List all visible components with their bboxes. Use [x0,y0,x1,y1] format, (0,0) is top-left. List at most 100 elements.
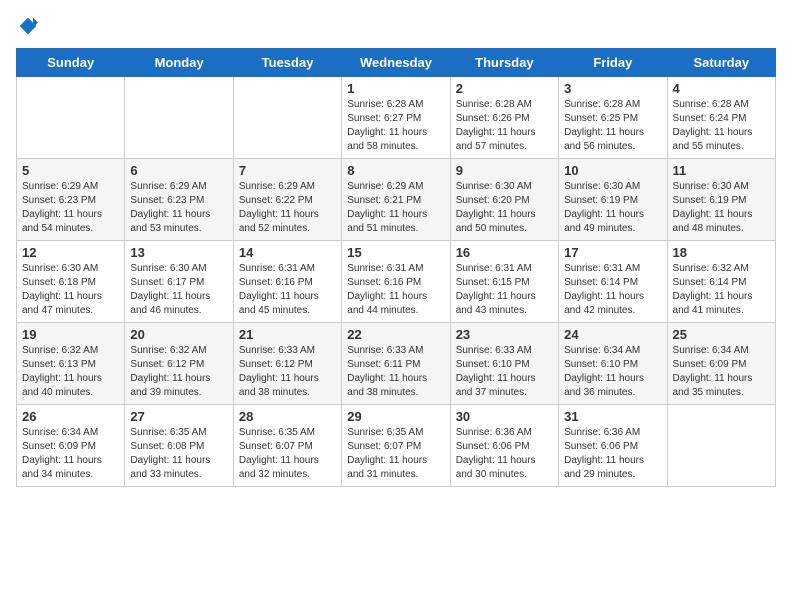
calendar-week-row: 1 Sunrise: 6:28 AMSunset: 6:27 PMDaylight… [17,77,776,159]
day-number: 9 [456,163,553,178]
day-number: 10 [564,163,661,178]
day-number: 5 [22,163,119,178]
calendar-cell: 11Sunrise: 6:30 AMSunset: 6:19 PMDayligh… [667,159,775,241]
calendar-cell: 21 Sunrise: 6:33 AMSunset: 6:12 PMDayligh… [233,323,341,405]
calendar-cell: 14Sunrise: 6:31 AMSunset: 6:16 PMDayligh… [233,241,341,323]
calendar-cell: 28 Sunrise: 6:35 AMSunset: 6:07 PMDayligh… [233,405,341,487]
day-info: Sunrise: 6:34 AMSunset: 6:09 PMDaylight:… [22,426,119,482]
calendar-cell: 13 Sunrise: 6:30 AMSunset: 6:17 PMDayligh… [125,241,233,323]
page-header [16,16,776,36]
day-of-week-header: Friday [559,49,667,77]
day-info: Sunrise: 6:31 AMSunset: 6:16 PMDaylight:… [239,262,336,318]
day-info: Sunrise: 6:36 AMSunset: 6:06 PMDaylight:… [564,426,661,482]
day-info: Sunrise: 6:28 AMSunset: 6:25 PMDaylight:… [564,98,661,154]
day-info: Sunrise: 6:33 AMSunset: 6:12 PMDaylight:… [239,344,336,400]
day-info: Sunrise: 6:34 AMSunset: 6:09 PMDaylight:… [673,344,770,400]
calendar-cell [17,77,125,159]
day-info: Sunrise: 6:34 AMSunset: 6:10 PMDaylight:… [564,344,661,400]
day-of-week-header: Saturday [667,49,775,77]
day-number: 1 [347,81,444,96]
calendar-cell: 5 Sunrise: 6:29 AMSunset: 6:23 PMDaylight… [17,159,125,241]
calendar-cell: 3 Sunrise: 6:28 AMSunset: 6:25 PMDaylight… [559,77,667,159]
day-number: 11 [673,163,770,178]
day-number: 25 [673,327,770,342]
calendar-week-row: 12 Sunrise: 6:30 AMSunset: 6:18 PMDayligh… [17,241,776,323]
day-info: Sunrise: 6:29 AMSunset: 6:21 PMDaylight:… [347,180,444,236]
calendar-cell: 9 Sunrise: 6:30 AMSunset: 6:20 PMDaylight… [450,159,558,241]
day-number: 23 [456,327,553,342]
calendar-body: 1 Sunrise: 6:28 AMSunset: 6:27 PMDaylight… [17,77,776,487]
logo-icon [18,16,38,36]
day-info: Sunrise: 6:32 AMSunset: 6:12 PMDaylight:… [130,344,227,400]
day-info: Sunrise: 6:33 AMSunset: 6:11 PMDaylight:… [347,344,444,400]
day-info: Sunrise: 6:30 AMSunset: 6:19 PMDaylight:… [564,180,661,236]
day-info: Sunrise: 6:31 AMSunset: 6:15 PMDaylight:… [456,262,553,318]
day-number: 12 [22,245,119,260]
calendar-cell [125,77,233,159]
calendar-week-row: 19 Sunrise: 6:32 AMSunset: 6:13 PMDayligh… [17,323,776,405]
day-number: 16 [456,245,553,260]
day-number: 4 [673,81,770,96]
day-of-week-header: Monday [125,49,233,77]
calendar-cell: 31 Sunrise: 6:36 AMSunset: 6:06 PMDayligh… [559,405,667,487]
calendar-table: SundayMondayTuesdayWednesdayThursdayFrid… [16,48,776,487]
calendar-cell: 22 Sunrise: 6:33 AMSunset: 6:11 PMDayligh… [342,323,450,405]
calendar-cell: 7 Sunrise: 6:29 AMSunset: 6:22 PMDaylight… [233,159,341,241]
calendar-cell: 2 Sunrise: 6:28 AMSunset: 6:26 PMDaylight… [450,77,558,159]
day-number: 28 [239,409,336,424]
day-info: Sunrise: 6:32 AMSunset: 6:13 PMDaylight:… [22,344,119,400]
calendar-cell: 10 Sunrise: 6:30 AMSunset: 6:19 PMDayligh… [559,159,667,241]
calendar-cell [233,77,341,159]
day-number: 30 [456,409,553,424]
calendar-cell: 30Sunrise: 6:36 AMSunset: 6:06 PMDayligh… [450,405,558,487]
day-number: 22 [347,327,444,342]
calendar-cell: 25 Sunrise: 6:34 AMSunset: 6:09 PMDayligh… [667,323,775,405]
day-number: 7 [239,163,336,178]
day-number: 21 [239,327,336,342]
logo [16,16,38,36]
day-number: 27 [130,409,227,424]
day-info: Sunrise: 6:31 AMSunset: 6:14 PMDaylight:… [564,262,661,318]
day-info: Sunrise: 6:30 AMSunset: 6:18 PMDaylight:… [22,262,119,318]
calendar-cell: 19 Sunrise: 6:32 AMSunset: 6:13 PMDayligh… [17,323,125,405]
calendar-cell: 6 Sunrise: 6:29 AMSunset: 6:23 PMDaylight… [125,159,233,241]
day-info: Sunrise: 6:29 AMSunset: 6:23 PMDaylight:… [22,180,119,236]
calendar-cell: 1 Sunrise: 6:28 AMSunset: 6:27 PMDaylight… [342,77,450,159]
day-of-week-header: Wednesday [342,49,450,77]
day-info: Sunrise: 6:28 AMSunset: 6:24 PMDaylight:… [673,98,770,154]
calendar-cell: 16 Sunrise: 6:31 AMSunset: 6:15 PMDayligh… [450,241,558,323]
day-number: 3 [564,81,661,96]
day-info: Sunrise: 6:32 AMSunset: 6:14 PMDaylight:… [673,262,770,318]
calendar-cell: 4 Sunrise: 6:28 AMSunset: 6:24 PMDaylight… [667,77,775,159]
day-info: Sunrise: 6:28 AMSunset: 6:26 PMDaylight:… [456,98,553,154]
calendar-cell: 23 Sunrise: 6:33 AMSunset: 6:10 PMDayligh… [450,323,558,405]
calendar-cell [667,405,775,487]
calendar-cell: 8Sunrise: 6:29 AMSunset: 6:21 PMDaylight… [342,159,450,241]
day-info: Sunrise: 6:29 AMSunset: 6:23 PMDaylight:… [130,180,227,236]
day-number: 19 [22,327,119,342]
day-of-week-header: Thursday [450,49,558,77]
calendar-header-row: SundayMondayTuesdayWednesdayThursdayFrid… [17,49,776,77]
day-number: 17 [564,245,661,260]
day-number: 24 [564,327,661,342]
day-info: Sunrise: 6:31 AMSunset: 6:16 PMDaylight:… [347,262,444,318]
day-info: Sunrise: 6:28 AMSunset: 6:27 PMDaylight:… [347,98,444,154]
calendar-cell: 15Sunrise: 6:31 AMSunset: 6:16 PMDayligh… [342,241,450,323]
calendar-cell: 29Sunrise: 6:35 AMSunset: 6:07 PMDayligh… [342,405,450,487]
day-info: Sunrise: 6:29 AMSunset: 6:22 PMDaylight:… [239,180,336,236]
calendar-cell: 24 Sunrise: 6:34 AMSunset: 6:10 PMDayligh… [559,323,667,405]
day-info: Sunrise: 6:33 AMSunset: 6:10 PMDaylight:… [456,344,553,400]
day-number: 13 [130,245,227,260]
day-number: 31 [564,409,661,424]
day-number: 18 [673,245,770,260]
calendar-cell: 12 Sunrise: 6:30 AMSunset: 6:18 PMDayligh… [17,241,125,323]
day-number: 2 [456,81,553,96]
day-number: 6 [130,163,227,178]
day-info: Sunrise: 6:35 AMSunset: 6:07 PMDaylight:… [347,426,444,482]
day-of-week-header: Tuesday [233,49,341,77]
day-info: Sunrise: 6:30 AMSunset: 6:17 PMDaylight:… [130,262,227,318]
calendar-cell: 27Sunrise: 6:35 AMSunset: 6:08 PMDayligh… [125,405,233,487]
day-of-week-header: Sunday [17,49,125,77]
day-info: Sunrise: 6:30 AMSunset: 6:20 PMDaylight:… [456,180,553,236]
day-info: Sunrise: 6:35 AMSunset: 6:07 PMDaylight:… [239,426,336,482]
